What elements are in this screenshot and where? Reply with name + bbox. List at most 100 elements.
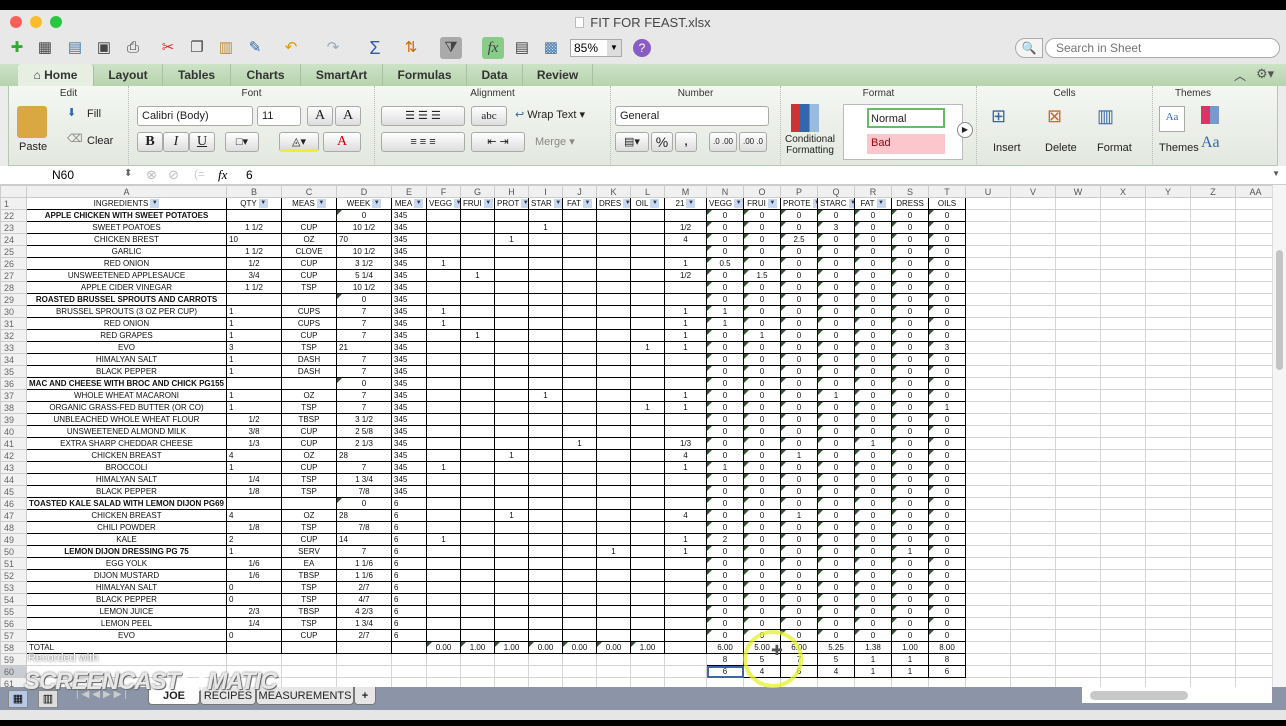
cell-g43[interactable] [460,461,495,474]
empty-cell[interactable] [1235,677,1272,687]
cell-p25[interactable]: 0 [780,245,818,258]
cell-d54[interactable]: 4/7 [336,593,392,606]
cell-q56[interactable]: 0 [817,617,855,630]
cell-m42[interactable]: 4 [664,449,707,462]
cell-i47[interactable] [528,509,563,522]
cell-e38[interactable]: 345 [391,401,427,414]
empty-cell[interactable] [1190,233,1236,246]
horizontal-scroll-thumb[interactable] [1090,691,1188,700]
cell-f27[interactable] [426,269,461,282]
cell-b37[interactable]: 1 [226,389,282,402]
cell-r35[interactable]: 0 [854,365,892,378]
row-header[interactable]: 50 [0,545,27,558]
cell-s57[interactable]: 0 [891,629,929,642]
cell-d57[interactable]: 2/7 [336,629,392,642]
row-header[interactable]: 22 [0,209,27,222]
cell-s42[interactable]: 0 [891,449,929,462]
row-header[interactable]: 26 [0,257,27,270]
cell-f33[interactable] [426,341,461,354]
empty-cell[interactable] [1055,581,1101,594]
filter-dropdown-icon[interactable]: ▼ [483,198,493,208]
cell-a41[interactable]: EXTRA SHARP CHEDDAR CHEESE [26,437,227,450]
empty-cell[interactable] [1010,665,1056,678]
empty-cell[interactable] [1235,293,1272,306]
cell-m53[interactable] [664,581,707,594]
row-header[interactable]: 45 [0,485,27,498]
cell-b47[interactable]: 4 [226,509,282,522]
cell-q30[interactable]: 0 [817,305,855,318]
empty-cell[interactable] [1145,221,1191,234]
cell-c38[interactable]: TSP [281,401,337,414]
header-cell[interactable]: VEGG▼ [706,197,744,210]
cell-q54[interactable]: 0 [817,593,855,606]
cell-r50[interactable]: 0 [854,545,892,558]
cell-a43[interactable]: BROCCOLI [26,461,227,474]
cell-d51[interactable]: 1 1/6 [336,557,392,570]
paste-big-icon[interactable] [17,106,47,138]
row-header[interactable]: 40 [0,425,27,438]
cell-i44[interactable] [528,473,563,486]
column-header-r[interactable]: R [854,185,892,198]
cell-c46[interactable] [281,497,337,510]
cell-d43[interactable]: 7 [336,461,392,474]
cell-s30[interactable]: 0 [891,305,929,318]
empty-cell[interactable] [1190,497,1236,510]
empty-cell[interactable] [1145,353,1191,366]
cell-l35[interactable] [630,365,665,378]
empty-cell[interactable] [1010,437,1056,450]
empty-cell[interactable] [1010,317,1056,330]
cell-h55[interactable] [494,605,529,618]
cell-n58[interactable]: 6.00 [706,641,744,654]
cell-t26[interactable]: 0 [928,257,966,270]
cell-b40[interactable]: 3/8 [226,425,282,438]
cell-l49[interactable] [630,533,665,546]
cell-i55[interactable] [528,605,563,618]
empty-cell[interactable] [1235,569,1272,582]
cell-e37[interactable]: 345 [391,389,427,402]
cell-c51[interactable]: EA [281,557,337,570]
cell-j59[interactable] [562,653,597,666]
empty-cell[interactable] [1190,269,1236,282]
cell-h52[interactable] [494,569,529,582]
cell-p45[interactable]: 0 [780,485,818,498]
cell-n26[interactable]: 0.5 [706,257,744,270]
cell-e24[interactable]: 345 [391,233,427,246]
empty-cell[interactable] [1010,533,1056,546]
cell-q26[interactable]: 0 [817,257,855,270]
cell-b25[interactable]: 1 1/2 [226,245,282,258]
empty-cell[interactable] [1145,197,1191,210]
cell-h28[interactable] [494,281,529,294]
empty-cell[interactable] [1235,533,1272,546]
row-header[interactable]: 37 [0,389,27,402]
cell-o32[interactable]: 1 [743,329,781,342]
decrease-decimal-button[interactable]: .00 .0 [739,132,767,152]
cell-r56[interactable]: 0 [854,617,892,630]
cell-h38[interactable] [494,401,529,414]
cell-i34[interactable] [528,353,563,366]
cell-d40[interactable]: 2 5/8 [336,425,392,438]
cell-l23[interactable] [630,221,665,234]
cell-r53[interactable]: 0 [854,581,892,594]
empty-cell[interactable] [1145,437,1191,450]
cell-f32[interactable] [426,329,461,342]
row-header[interactable]: 1 [0,197,27,210]
cell-t38[interactable]: 1 [928,401,966,414]
filter-dropdown-icon[interactable]: ▼ [767,198,777,208]
empty-cell[interactable] [965,317,1011,330]
cell-a24[interactable]: CHICKEN BREST [26,233,227,246]
cell-b35[interactable]: 1 [226,365,282,378]
cell-a51[interactable]: EGG YOLK [26,557,227,570]
cell-r55[interactable]: 0 [854,605,892,618]
empty-cell[interactable] [1190,521,1236,534]
cell-f60[interactable] [426,665,461,678]
cell-g37[interactable] [460,389,495,402]
cell-a49[interactable]: KALE [26,533,227,546]
cell-k22[interactable] [596,209,631,222]
cell-a44[interactable]: HIMALYAN SALT [26,473,227,486]
cell-t42[interactable]: 0 [928,449,966,462]
empty-cell[interactable] [1010,581,1056,594]
cell-q58[interactable]: 5.25 [817,641,855,654]
cell-m41[interactable]: 1/3 [664,437,707,450]
cell-f54[interactable] [426,593,461,606]
cell-b49[interactable]: 2 [226,533,282,546]
